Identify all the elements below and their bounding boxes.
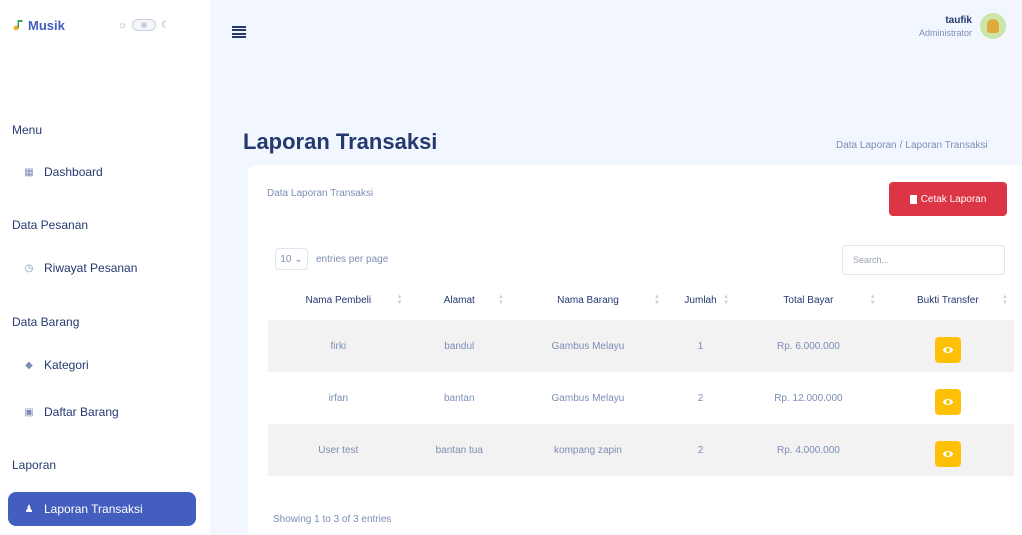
sidebar-item-label: Riwayat Pesanan	[44, 261, 138, 275]
column-header-label: Bukti Transfer	[917, 294, 979, 306]
grid-icon: ▦	[24, 166, 34, 178]
column-header[interactable]: Bukti Transfer ▲ ▼	[882, 280, 1014, 320]
sort-icon: ▲ ▼	[497, 294, 504, 306]
sidebar-item-label: Dashboard	[44, 165, 103, 179]
clock-icon: ◷	[24, 262, 34, 274]
table-header-row: Nama Pembeli ▲ ▼ Alamat ▲ ▼ Nama Barang ▲ ▼ Ju…	[268, 280, 1014, 320]
transactions-table: Nama Pembeli ▲ ▼ Alamat ▲ ▼ Nama Barang ▲ ▼ Ju…	[268, 280, 1014, 476]
sidebar-item-label: Daftar Barang	[44, 405, 119, 419]
view-proof-button[interactable]	[934, 441, 961, 467]
eye-icon	[942, 347, 953, 353]
address-cell: bantan tua	[408, 424, 510, 476]
sidebar-item-label: Kategori	[44, 358, 89, 372]
sun-icon: ☼	[118, 19, 128, 31]
print-report-label: Cetak Laporan	[920, 193, 987, 205]
column-header[interactable]: Jumlah ▲ ▼	[666, 280, 735, 320]
view-proof-button[interactable]	[934, 337, 961, 363]
entries-select[interactable]: 10 ⌄	[275, 248, 308, 270]
breadcrumb-current: Laporan Transaksi	[905, 140, 988, 151]
sidebar-item-dashboard[interactable]: ▦ Dashboard	[8, 155, 196, 189]
quantity-cell: 2	[697, 392, 704, 404]
item-name-cell: Gambus Melayu	[551, 392, 625, 404]
column-header[interactable]: Nama Barang ▲ ▼	[510, 280, 666, 320]
tag-icon: ◆	[25, 359, 33, 371]
section-title-data-barang: Data Barang	[12, 315, 80, 329]
search-input[interactable]	[842, 245, 1005, 275]
section-title-data-pesanan: Data Pesanan	[12, 218, 89, 232]
sort-icon: ▲ ▼	[869, 294, 876, 306]
table-info: Showing 1 to 3 of 3 entries	[273, 514, 392, 525]
buyer-name-cell: firki	[268, 320, 409, 372]
brand-name: Musik	[28, 17, 65, 33]
total-cell: Rp. 4.000.000	[735, 424, 882, 476]
column-header-label: Total Bayar	[783, 294, 834, 306]
sidebar-item-kategori[interactable]: ◆ Kategori	[8, 348, 196, 382]
total-cell: Rp. 6.000.000	[735, 320, 882, 372]
card-title: Data Laporan Transaksi	[267, 188, 374, 199]
user-plus-icon: ♟	[24, 503, 34, 515]
sort-icon: ▲ ▼	[723, 294, 730, 306]
column-header[interactable]: Alamat ▲ ▼	[409, 280, 510, 320]
transfer-proof-cell	[881, 424, 1014, 476]
file-icon	[909, 194, 917, 204]
sort-icon: ▲ ▼	[396, 294, 403, 306]
buyer-name-cell: irfan	[328, 392, 349, 404]
avatar[interactable]	[980, 13, 1006, 39]
menu-title: Menu	[12, 123, 43, 137]
item-name-cell: kompang zapin	[509, 424, 666, 476]
buyer-name-cell: User test	[268, 424, 409, 476]
calendar-icon: ▣	[24, 406, 34, 418]
sort-icon: ▲ ▼	[654, 294, 660, 306]
entries-control: 10 ⌄ entries per page	[275, 248, 388, 270]
music-logo-icon	[13, 20, 23, 31]
total-cell: Rp. 12.000.000	[774, 392, 843, 404]
table-row: firki bandul Gambus Melayu 1 Rp. 6.000.0…	[268, 320, 1014, 372]
breadcrumb-link[interactable]: Data Laporan	[836, 140, 897, 151]
menu-toggle-icon[interactable]	[232, 26, 246, 38]
eye-icon	[942, 451, 953, 457]
sidebar-item-label: Laporan Transaksi	[44, 502, 143, 516]
page-title: Laporan Transaksi	[243, 129, 438, 154]
print-report-button[interactable]: Cetak Laporan	[889, 182, 1007, 216]
entries-label: entries per page	[316, 253, 389, 265]
quantity-cell: 2	[665, 424, 736, 476]
table-row: irfan bantan Gambus Melayu 2 Rp. 12.000.…	[268, 372, 1014, 424]
transfer-proof-cell	[882, 372, 1014, 424]
user-role: Administrator	[918, 27, 972, 38]
brand[interactable]: Musik	[12, 10, 65, 40]
report-card: Data Laporan Transaksi Cetak Laporan 10 …	[248, 165, 1022, 535]
user-info: taufik Administrator	[919, 15, 972, 38]
theme-switch[interactable]	[132, 19, 157, 31]
breadcrumb: Data Laporan / Laporan Transaksi	[836, 140, 988, 151]
transfer-proof-cell	[881, 320, 1014, 372]
sidebar-item-daftar-barang[interactable]: ▣ Daftar Barang	[8, 395, 196, 429]
eye-icon	[942, 399, 953, 405]
sidebar-item-laporan-transaksi[interactable]: ♟ Laporan Transaksi	[8, 492, 196, 526]
column-header[interactable]: Nama Pembeli ▲ ▼	[268, 280, 409, 320]
column-header-label: Nama Pembeli	[305, 294, 372, 306]
sidebar-item-riwayat-pesanan[interactable]: ◷ Riwayat Pesanan	[8, 251, 196, 285]
quantity-cell: 1	[665, 320, 736, 372]
sort-icon: ▲ ▼	[1002, 294, 1008, 306]
table-row: User test bantan tua kompang zapin 2 Rp.…	[268, 424, 1014, 476]
section-title-laporan: Laporan	[12, 458, 57, 472]
address-cell: bantan	[443, 392, 475, 404]
address-cell: bandul	[408, 320, 510, 372]
entries-value: 10	[280, 253, 292, 265]
moon-icon: ☾	[161, 19, 171, 31]
sidebar: Musik ☼ ☾ Menu ▦ Dashboard Data Pesanan …	[0, 0, 210, 535]
user-menu[interactable]: taufik Administrator	[919, 13, 1006, 39]
theme-toggle[interactable]: ☼ ☾	[118, 19, 170, 31]
view-proof-button[interactable]	[934, 389, 961, 415]
column-header-label: Nama Barang	[557, 294, 619, 306]
column-header-label: Alamat	[443, 294, 475, 306]
item-name-cell: Gambus Melayu	[509, 320, 666, 372]
column-header-label: Jumlah	[684, 294, 717, 306]
column-header[interactable]: Total Bayar ▲ ▼	[735, 280, 882, 320]
user-name: taufik	[945, 14, 972, 26]
